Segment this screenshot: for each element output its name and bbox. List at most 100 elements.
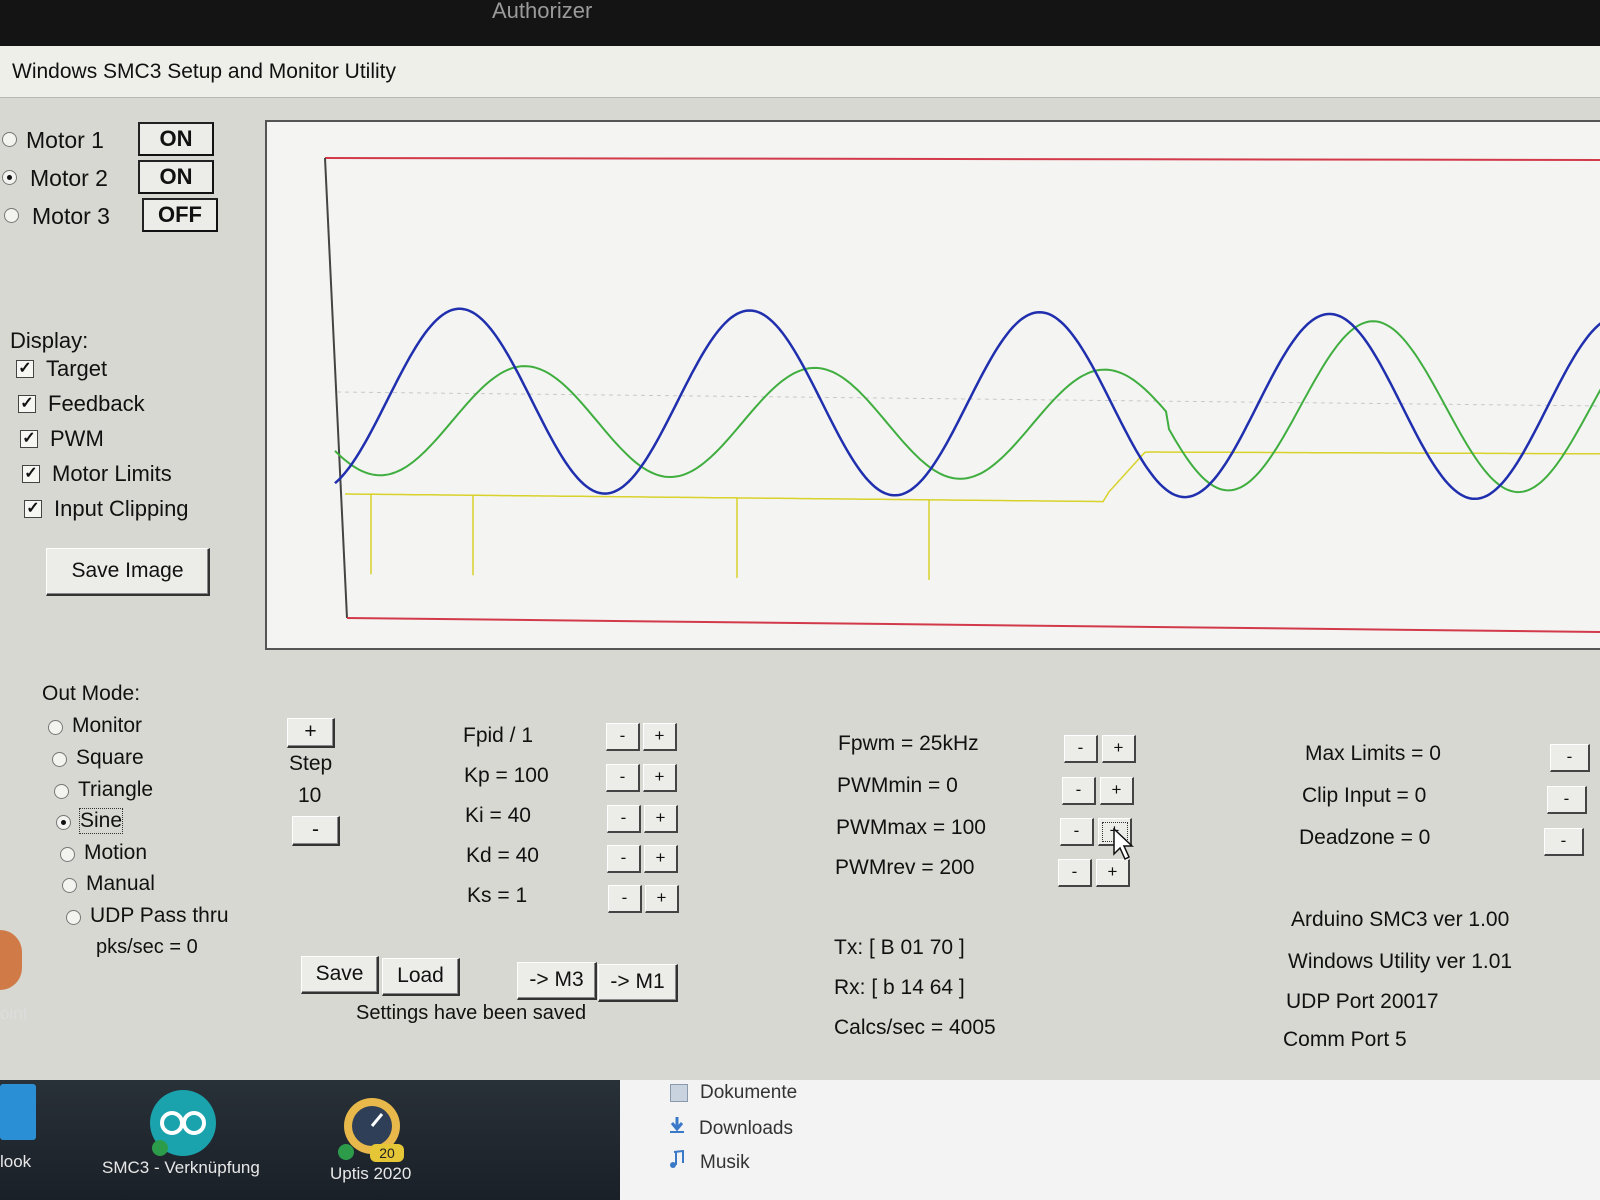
fpwm-plus-button[interactable]: + [1102, 735, 1136, 763]
pwmmax-minus-button[interactable]: - [1060, 818, 1094, 846]
smc3-window: Windows SMC3 Setup and Monitor Utility M… [0, 46, 1600, 1080]
kd-minus-button[interactable]: - [607, 845, 641, 873]
status-message: Settings have been saved [356, 1002, 587, 1024]
motor-1-toggle-button[interactable]: ON [138, 122, 214, 156]
pwm-label: PWM [50, 426, 104, 451]
copy-to-m3-button[interactable]: -> M3 [517, 962, 597, 1000]
pwmmax-label: PWMmax = 100 [836, 816, 986, 839]
mouse-cursor-icon [1113, 828, 1134, 861]
pwmmin-plus-button[interactable]: + [1100, 777, 1134, 805]
ks-label: Ks = 1 [467, 884, 528, 907]
load-settings-button[interactable]: Load [382, 958, 460, 996]
top-bar: Authorizer [0, 0, 1600, 46]
motor-limit-bottom-line [346, 617, 1600, 633]
fpid-label: Fpid / 1 [463, 724, 534, 747]
motor-1-label: Motor 1 [26, 127, 104, 153]
fpid-minus-button[interactable]: - [606, 723, 640, 751]
input-clipping-checkbox[interactable]: ✓ [24, 500, 42, 518]
comm-port: Comm Port 5 [1283, 1028, 1407, 1051]
ki-minus-button[interactable]: - [607, 805, 641, 833]
motor-1-radio[interactable] [2, 132, 17, 147]
pwmrev-minus-button[interactable]: - [1058, 859, 1092, 887]
out-mode-title: Out Mode: [42, 682, 141, 705]
kd-label: Kd = 40 [466, 844, 539, 867]
file-explorer-panel: Dokumente Downloads Musik [620, 1080, 1600, 1200]
motor-3-label: Motor 3 [32, 203, 110, 229]
max-limits-label: Max Limits = 0 [1305, 742, 1441, 765]
mode-triangle-radio[interactable] [54, 784, 69, 799]
step-minus-button[interactable]: - [292, 816, 340, 846]
folder-dokumente[interactable]: Dokumente [700, 1082, 797, 1104]
app-badge: 20 [370, 1144, 404, 1162]
step-label: Step [289, 752, 333, 775]
ki-plus-button[interactable]: + [644, 805, 678, 833]
save-settings-button[interactable]: Save [301, 956, 379, 994]
motor-limits-checkbox[interactable]: ✓ [22, 465, 40, 483]
mode-monitor-radio[interactable] [48, 720, 63, 735]
motor-3-toggle-button[interactable]: OFF [142, 198, 218, 232]
target-label: Target [46, 356, 108, 381]
step-value: 10 [298, 784, 322, 807]
clip-input-label: Clip Input = 0 [1302, 784, 1427, 807]
fpid-plus-button[interactable]: + [643, 723, 677, 751]
fpwm-label: Fpwm = 25kHz [838, 732, 979, 755]
ks-plus-button[interactable]: + [645, 885, 679, 913]
fpwm-minus-button[interactable]: - [1064, 735, 1098, 763]
window-title: Windows SMC3 Setup and Monitor Utility [12, 60, 396, 83]
taskbar-item-smc3[interactable]: SMC3 - Verknüpfung [102, 1158, 260, 1178]
mode-motion-radio[interactable] [60, 847, 75, 862]
ks-minus-button[interactable]: - [608, 885, 642, 913]
deadzone-minus-button[interactable]: - [1544, 828, 1584, 856]
copy-to-m1-button[interactable]: -> M1 [598, 964, 678, 1002]
motor-3-radio[interactable] [4, 208, 19, 223]
downloads-folder-icon [670, 1117, 684, 1133]
screen: Authorizer Windows SMC3 Setup and Monito… [0, 0, 1600, 1200]
tx-readout: Tx: [ B 01 70 ] [834, 936, 965, 959]
documents-folder-icon [670, 1084, 688, 1102]
folder-musik[interactable]: Musik [700, 1152, 750, 1174]
step-plus-button[interactable]: + [287, 718, 335, 748]
pwmrev-plus-button[interactable]: + [1096, 859, 1130, 887]
plot-svg [324, 157, 1600, 633]
utility-version: Windows Utility ver 1.01 [1288, 950, 1513, 973]
clip-input-minus-button[interactable]: - [1547, 786, 1587, 814]
motor-2-radio[interactable] [2, 170, 17, 185]
mode-square-label: Square [76, 746, 144, 769]
motor-2-row[interactable]: Motor 2 ON [0, 160, 230, 194]
target-checkbox[interactable]: ✓ [16, 360, 34, 378]
feedback-label: Feedback [48, 391, 145, 416]
kd-plus-button[interactable]: + [644, 845, 678, 873]
mode-motion-label: Motion [84, 841, 148, 864]
save-image-button[interactable]: Save Image [46, 548, 210, 596]
feedback-checkbox[interactable]: ✓ [18, 395, 36, 413]
outlook-icon[interactable] [0, 1084, 36, 1140]
mode-manual-radio[interactable] [62, 878, 77, 893]
mode-monitor-label: Monitor [72, 714, 143, 737]
kp-label: Kp = 100 [464, 764, 549, 787]
motor-2-toggle-button[interactable]: ON [138, 160, 214, 194]
max-limits-minus-button[interactable]: - [1550, 744, 1590, 772]
pwmmin-minus-button[interactable]: - [1062, 777, 1096, 805]
pwm-checkbox[interactable]: ✓ [20, 430, 38, 448]
kp-plus-button[interactable]: + [643, 764, 677, 792]
taskbar-item-uptis[interactable]: Uptis 2020 [330, 1164, 411, 1184]
mode-sine-radio[interactable] [56, 815, 71, 830]
top-bar-title: Authorizer [492, 0, 593, 23]
mode-udp-radio[interactable] [66, 910, 81, 925]
folder-downloads[interactable]: Downloads [699, 1118, 793, 1140]
music-folder-icon [670, 1150, 684, 1168]
motor-3-row[interactable]: Motor 3 OFF [0, 198, 230, 232]
title-bar: Windows SMC3 Setup and Monitor Utility [0, 46, 1600, 98]
mode-square-radio[interactable] [52, 752, 67, 767]
motor-1-row[interactable]: Motor 1 ON [0, 122, 230, 156]
pwmmin-label: PWMmin = 0 [837, 774, 958, 797]
mode-manual-label: Manual [86, 872, 155, 895]
feedback-trace [334, 320, 1600, 494]
kp-minus-button[interactable]: - [606, 764, 640, 792]
mode-triangle-label: Triangle [78, 778, 154, 801]
taskbar-item-outlook[interactable]: look [0, 1152, 31, 1172]
arduino-icon[interactable] [148, 1088, 218, 1158]
deadzone-label: Deadzone = 0 [1299, 826, 1431, 849]
motor-2-label: Motor 2 [30, 165, 108, 191]
pwmrev-label: PWMrev = 200 [835, 856, 975, 879]
